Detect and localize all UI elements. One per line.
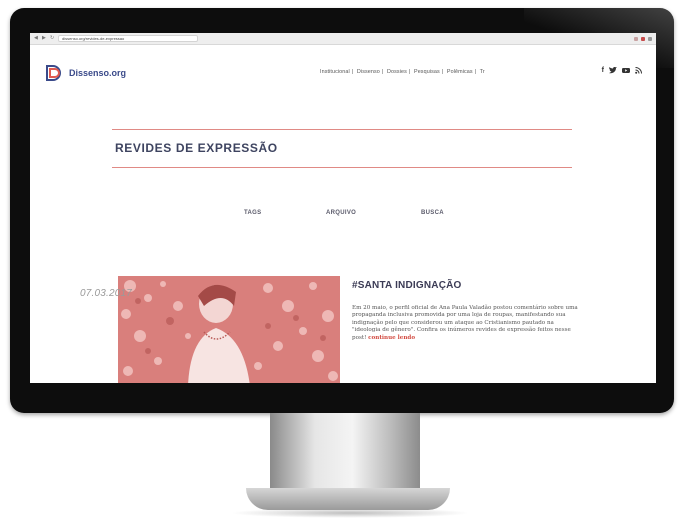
article-excerpt: Em 20 maio, o perfil oficial de Ana Paul… [352, 305, 578, 342]
monitor-stand [270, 413, 420, 493]
monitor-scene: ◀ ▶ ↻ dissenso.org/revides-de-expressao … [0, 0, 685, 524]
rss-icon[interactable] [635, 67, 642, 76]
article-date: 07.03.2017 [80, 288, 133, 299]
nav-item-institucional[interactable]: Institucional [320, 69, 350, 75]
site-header: Dissenso.org Institucional | Dissenso | Do… [30, 45, 656, 101]
reload-icon[interactable]: ↻ [50, 36, 55, 41]
browser-window: ◀ ▶ ↻ dissenso.org/revides-de-expressao … [30, 33, 656, 383]
browser-toolbar: ◀ ▶ ↻ dissenso.org/revides-de-expressao [30, 33, 656, 45]
article-title[interactable]: #SANTA INDIGNAÇÃO [352, 280, 462, 291]
social-links: f [602, 66, 642, 76]
nav-item-dossies[interactable]: Dossies [387, 69, 407, 75]
nav-item-pesquisas[interactable]: Pesquisas [414, 69, 440, 75]
monitor-base [246, 488, 450, 510]
filter-tabs: TAGS ARQUIVO BUSCA [30, 210, 656, 220]
twitter-icon[interactable] [609, 66, 617, 76]
back-icon[interactable]: ◀ [34, 36, 39, 41]
title-rule-top [112, 129, 572, 130]
youtube-icon[interactable] [622, 67, 630, 76]
logo-text[interactable]: Dissenso.org [69, 68, 126, 78]
extension-icon[interactable] [634, 36, 638, 41]
tab-busca[interactable]: BUSCA [421, 210, 444, 216]
page-title: REVIDES DE EXPRESSÃO [115, 141, 278, 155]
address-bar[interactable]: dissenso.org/revides-de-expressao [58, 35, 198, 42]
menu-icon[interactable] [648, 36, 652, 41]
main-nav: Institucional | Dissenso | Dossies | Pesqui… [320, 69, 485, 75]
forward-icon[interactable]: ▶ [42, 36, 47, 41]
facebook-icon[interactable]: f [602, 67, 604, 76]
nav-item-tr[interactable]: Tr [480, 69, 485, 75]
logo-icon[interactable] [44, 63, 64, 83]
article-image[interactable] [118, 276, 340, 383]
nav-item-dissenso[interactable]: Dissenso [357, 69, 380, 75]
title-rule-bottom [112, 167, 572, 168]
tab-tags[interactable]: TAGS [244, 210, 261, 216]
continue-reading-link[interactable]: continue lendo [368, 335, 415, 341]
nav-item-polemicas[interactable]: Polêmicas [447, 69, 473, 75]
extension-icon[interactable] [641, 36, 645, 41]
tab-arquivo[interactable]: ARQUIVO [326, 210, 356, 216]
